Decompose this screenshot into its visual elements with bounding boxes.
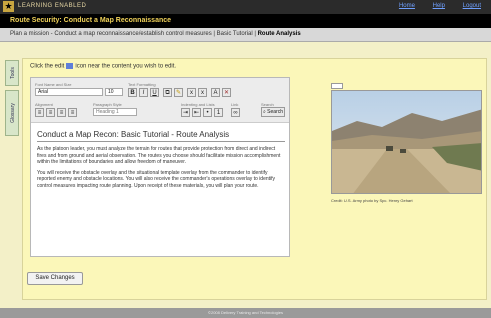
brand-text: LEARNING ENABLED [18,3,87,9]
align-left-icon[interactable]: ≡ [35,108,44,117]
search-button-label: Search [267,109,284,115]
remove-format-icon[interactable]: ✕ [222,88,231,97]
save-changes-button[interactable]: Save Changes [27,272,83,285]
title-bar: Route Security: Conduct a Map Reconnaiss… [0,14,491,28]
search-button[interactable]: ⌕ Search [261,107,285,117]
size-select[interactable]: 10 [105,88,123,96]
clear-format-button[interactable]: A [211,88,220,97]
logout-link[interactable]: Logout [463,3,481,9]
bullet-list-icon[interactable]: • [203,108,212,117]
paragraph-select[interactable]: Heading 1 [93,108,137,116]
home-link[interactable]: Home [399,3,415,9]
instruction-after: icon near the content you wish to edit. [75,63,177,70]
editor-content[interactable]: Conduct a Map Recon: Basic Tutorial - Ro… [37,130,285,189]
underline-button[interactable]: U [150,88,159,97]
editor-toolbar: Font Name and Size Arial 10 Text Formatt… [31,78,289,123]
breadcrumb-current: Route Analysis [257,31,301,37]
link-icon[interactable]: ∞ [231,108,240,117]
breadcrumb: Plan a mission - Conduct a map reconnais… [0,28,491,42]
photo-edit-tag[interactable] [331,83,343,89]
edit-instruction: Click the edit icon near the content you … [30,63,176,70]
help-link[interactable]: Help [433,3,445,9]
photo-credit: Credit: U.S. Army photo by Spc. Henry Ge… [331,198,413,203]
army-star-icon: ★ [3,1,14,12]
numbered-list-icon[interactable]: 1 [214,108,223,117]
content-paragraph-2: You will receive the obstacle overlay an… [37,169,276,189]
page-title: Route Security: Conduct a Map Reconnaiss… [10,17,172,24]
subscript-button[interactable]: x [187,88,196,97]
tab-glossary-label: Glossary [10,103,16,123]
top-bar: ★ LEARNING ENABLED Home Help Logout [0,0,491,14]
instruction-before: Click the edit [30,63,65,70]
footer: ©2008 Delivery Training and Technologies [0,308,491,318]
tab-tools[interactable]: Tools [5,60,19,86]
breadcrumb-path[interactable]: Plan a mission - Conduct a map reconnais… [10,31,258,37]
copy-icon[interactable]: ⧉ [163,88,172,97]
breadcrumb-text: Plan a mission - Conduct a map reconnais… [10,31,301,37]
content-paragraph-1: As the platoon leader, you must analyze … [37,146,281,165]
pencil-icon [66,63,74,69]
highlight-icon[interactable]: ✎ [174,88,183,97]
desert-road-image [332,91,481,193]
link-label: Link [231,102,239,107]
superscript-button[interactable]: x [198,88,207,97]
align-right-icon[interactable]: ≡ [57,108,66,117]
indenting-label: Indenting and Lists [181,102,215,107]
font-select[interactable]: Arial [35,88,103,96]
tab-glossary[interactable]: Glossary [5,90,19,136]
indent-icon[interactable]: ⇥ [181,108,190,117]
rich-text-editor[interactable]: Font Name and Size Arial 10 Text Formatt… [30,77,290,257]
align-center-icon[interactable]: ≡ [46,108,55,117]
formatting-label: Text Formatting [128,82,156,87]
bold-button[interactable]: B [128,88,137,97]
italic-button[interactable]: I [139,88,148,97]
tab-tools-label: Tools [10,67,16,79]
paragraph-label: Paragraph Style [93,102,122,107]
search-icon: ⌕ [262,109,266,115]
header-links: Home Help Logout [383,3,481,9]
font-label: Font Name and Size [35,82,72,87]
footer-text: ©2008 Delivery Training and Technologies [208,310,283,315]
align-justify-icon[interactable]: ≡ [68,108,77,117]
route-photo [331,90,482,194]
content-heading: Conduct a Map Recon: Basic Tutorial - Ro… [37,130,285,142]
alignment-label: Alignment [35,102,53,107]
outdent-icon[interactable]: ⇤ [192,108,201,117]
